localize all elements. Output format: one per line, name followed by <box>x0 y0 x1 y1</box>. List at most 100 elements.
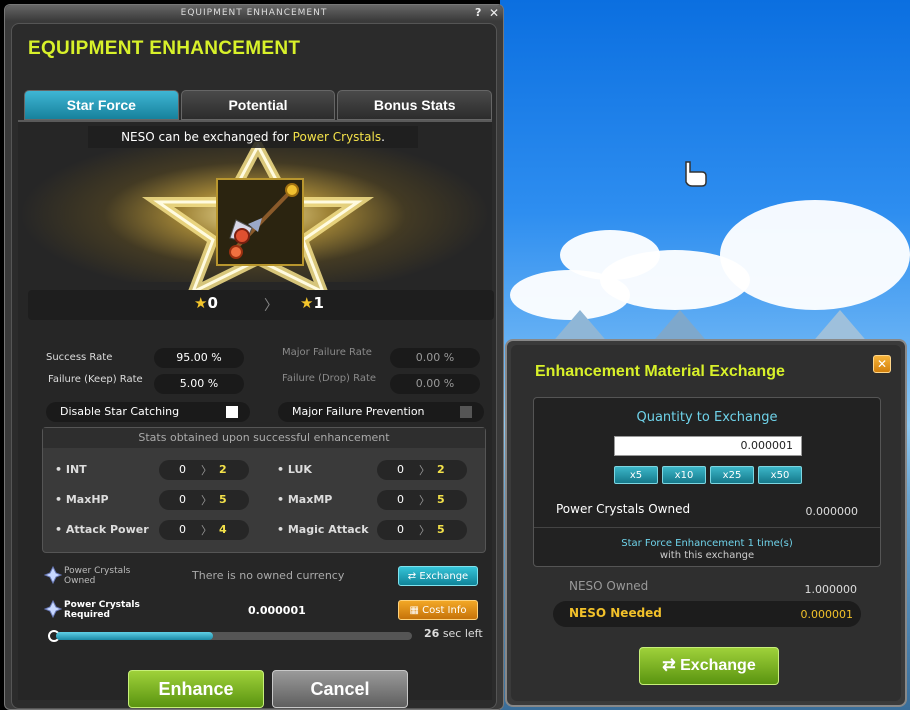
star-icon: ★ <box>194 294 208 312</box>
stat-name-int: • INT <box>55 463 87 476</box>
stat-to: 2 <box>219 463 227 476</box>
material-exchange-dialog: Enhancement Material Exchange ✕ Quantity… <box>505 339 907 707</box>
disable-star-catching-checkbox[interactable] <box>226 406 238 418</box>
dialog-title: Enhancement Material Exchange <box>535 363 785 380</box>
stat-values-int: 0 〉 2 <box>159 460 249 480</box>
stat-name-maxhp: • MaxHP <box>55 493 109 506</box>
chevron-right-icon: 〉 <box>201 524 212 537</box>
quantity-title: Quantity to Exchange <box>636 410 778 425</box>
cost-info-button[interactable]: ▦ Cost Info <box>398 600 478 620</box>
equipment-enhancement-window: EQUIPMENT ENHANCEMENT ? ✕ EQUIPMENT ENHA… <box>4 4 504 710</box>
major-failure-value: 0.00 % <box>390 348 480 368</box>
quantity-input[interactable]: 0.000001 <box>614 436 802 456</box>
timer-progress-bar <box>56 632 412 640</box>
page-title: EQUIPMENT ENHANCEMENT <box>28 38 301 59</box>
stat-values-maxmp: 0 〉 5 <box>377 490 467 510</box>
quantity-panel: Quantity to Exchange 0.000001 x5 x10 x25… <box>533 397 881 567</box>
multiplier-x5-button[interactable]: x5 <box>614 466 658 484</box>
cancel-button[interactable]: Cancel <box>272 670 408 708</box>
neso-owned-value: 1.000000 <box>804 583 858 596</box>
stat-name-magic-attack: • Magic Attack <box>277 523 369 536</box>
chevron-right-icon: 〉 <box>201 464 212 477</box>
stat-to: 5 <box>437 493 445 506</box>
dialog-exchange-label: Exchange <box>680 657 756 674</box>
disable-star-catching-option[interactable]: Disable Star Catching <box>46 402 250 422</box>
success-rate-value: 95.00 % <box>154 348 244 368</box>
tab-star-force[interactable]: Star Force <box>24 90 179 120</box>
failure-drop-label: Failure (Drop) Rate <box>282 373 377 384</box>
dialog-body: Enhancement Material Exchange ✕ Quantity… <box>511 345 901 701</box>
timer-progress-fill <box>56 632 213 640</box>
star-force-content: NESO can be exchanged for Power Crystals… <box>18 120 494 708</box>
failure-drop-value: 0.00 % <box>390 374 480 394</box>
neso-needed-row: NESO Needed 0.000001 <box>553 601 861 627</box>
power-crystals-required-value: 0.000001 <box>248 604 306 617</box>
hand-cursor-icon <box>685 161 707 187</box>
tab-bar: Star Force Potential Bonus Stats <box>24 90 493 120</box>
window-titlebar[interactable]: EQUIPMENT ENHANCEMENT <box>5 5 503 21</box>
star-from: 0 <box>207 294 218 312</box>
tab-potential[interactable]: Potential <box>180 90 336 120</box>
neso-owned-label: NESO Owned <box>569 579 649 593</box>
major-failure-label: Major Failure Rate <box>282 347 372 358</box>
power-crystals-owned-label: Power Crystals Owned <box>64 566 131 586</box>
stat-from: 0 <box>179 463 186 476</box>
exchange-arrows-icon: ⇄ <box>407 571 420 582</box>
stat-name-attack-power: • Attack Power <box>55 523 149 536</box>
stat-name-luk: • LUK <box>277 463 312 476</box>
banner-suffix: . <box>381 130 385 144</box>
close-icon[interactable]: ✕ <box>873 355 891 373</box>
disable-star-catching-label: Disable Star Catching <box>60 405 180 418</box>
enhance-button[interactable]: Enhance <box>128 670 264 708</box>
close-icon[interactable]: ✕ <box>489 6 499 20</box>
crystals-owned-value: 0.000000 <box>805 505 859 518</box>
crystals-owned-row: Power Crystals Owned 0.000000 <box>534 494 880 528</box>
equipment-slot[interactable] <box>216 178 304 266</box>
multiplier-x10-button[interactable]: x10 <box>662 466 706 484</box>
tab-bonus-stats[interactable]: Bonus Stats <box>337 90 493 120</box>
major-failure-prevention-label: Major Failure Prevention <box>292 405 425 418</box>
success-rate-label: Success Rate <box>46 352 113 363</box>
star-to: 1 <box>313 294 324 312</box>
major-failure-prevention-checkbox[interactable] <box>460 406 472 418</box>
major-failure-prevention-option[interactable]: Major Failure Prevention <box>278 402 484 422</box>
stat-from: 0 <box>397 493 404 506</box>
stat-to: 5 <box>219 493 227 506</box>
no-currency-message: There is no owned currency <box>192 569 345 582</box>
exchange-arrows-icon: ⇄ <box>662 657 681 674</box>
power-crystals-required-label: Power Crystals Required <box>64 600 140 620</box>
stat-from: 0 <box>397 523 404 536</box>
neso-needed-value: 0.000001 <box>800 608 854 621</box>
timer-number: 26 <box>424 627 440 640</box>
banner-highlight: Power Crystals <box>292 130 382 144</box>
multiplier-x50-button[interactable]: x50 <box>758 466 802 484</box>
stat-from: 0 <box>179 523 186 536</box>
crystals-owned-label: Power Crystals Owned <box>556 502 691 516</box>
help-icon[interactable]: ? <box>475 6 481 19</box>
enhancement-stats-box: Stats obtained upon successful enhanceme… <box>42 427 486 553</box>
chevron-right-icon: 〉 <box>264 298 278 314</box>
stat-values-attack-power: 0 〉 4 <box>159 520 249 540</box>
timer-suffix: sec left <box>442 627 483 640</box>
star-icon: ★ <box>300 294 314 312</box>
multiplier-x25-button[interactable]: x25 <box>710 466 754 484</box>
stat-values-maxhp: 0 〉 5 <box>159 490 249 510</box>
failure-keep-value: 5.00 % <box>154 374 244 394</box>
chart-icon: ▦ <box>409 605 423 616</box>
dialog-exchange-button[interactable]: ⇄ Exchange <box>639 647 779 685</box>
enhancement-panel: EQUIPMENT ENHANCEMENT Star Force Potenti… <box>11 23 497 709</box>
banner-text: NESO can be exchanged for <box>121 130 293 144</box>
stat-name-maxmp: • MaxMP <box>277 493 333 506</box>
stat-from: 0 <box>397 463 404 476</box>
staff-weapon-icon <box>229 183 299 259</box>
cost-info-label: Cost Info <box>422 605 467 616</box>
result-line-1: Star Force Enhancement 1 time(s) <box>621 538 793 549</box>
exchange-button[interactable]: ⇄ Exchange <box>398 566 478 586</box>
crystal-icon <box>44 600 62 618</box>
stat-to: 4 <box>219 523 227 536</box>
stat-values-magic-attack: 0 〉 5 <box>377 520 467 540</box>
chevron-right-icon: 〉 <box>419 524 430 537</box>
neso-exchange-banner: NESO can be exchanged for Power Crystals… <box>88 126 418 148</box>
chevron-right-icon: 〉 <box>419 464 430 477</box>
star-level-row: ★0 〉 ★1 <box>28 290 494 320</box>
